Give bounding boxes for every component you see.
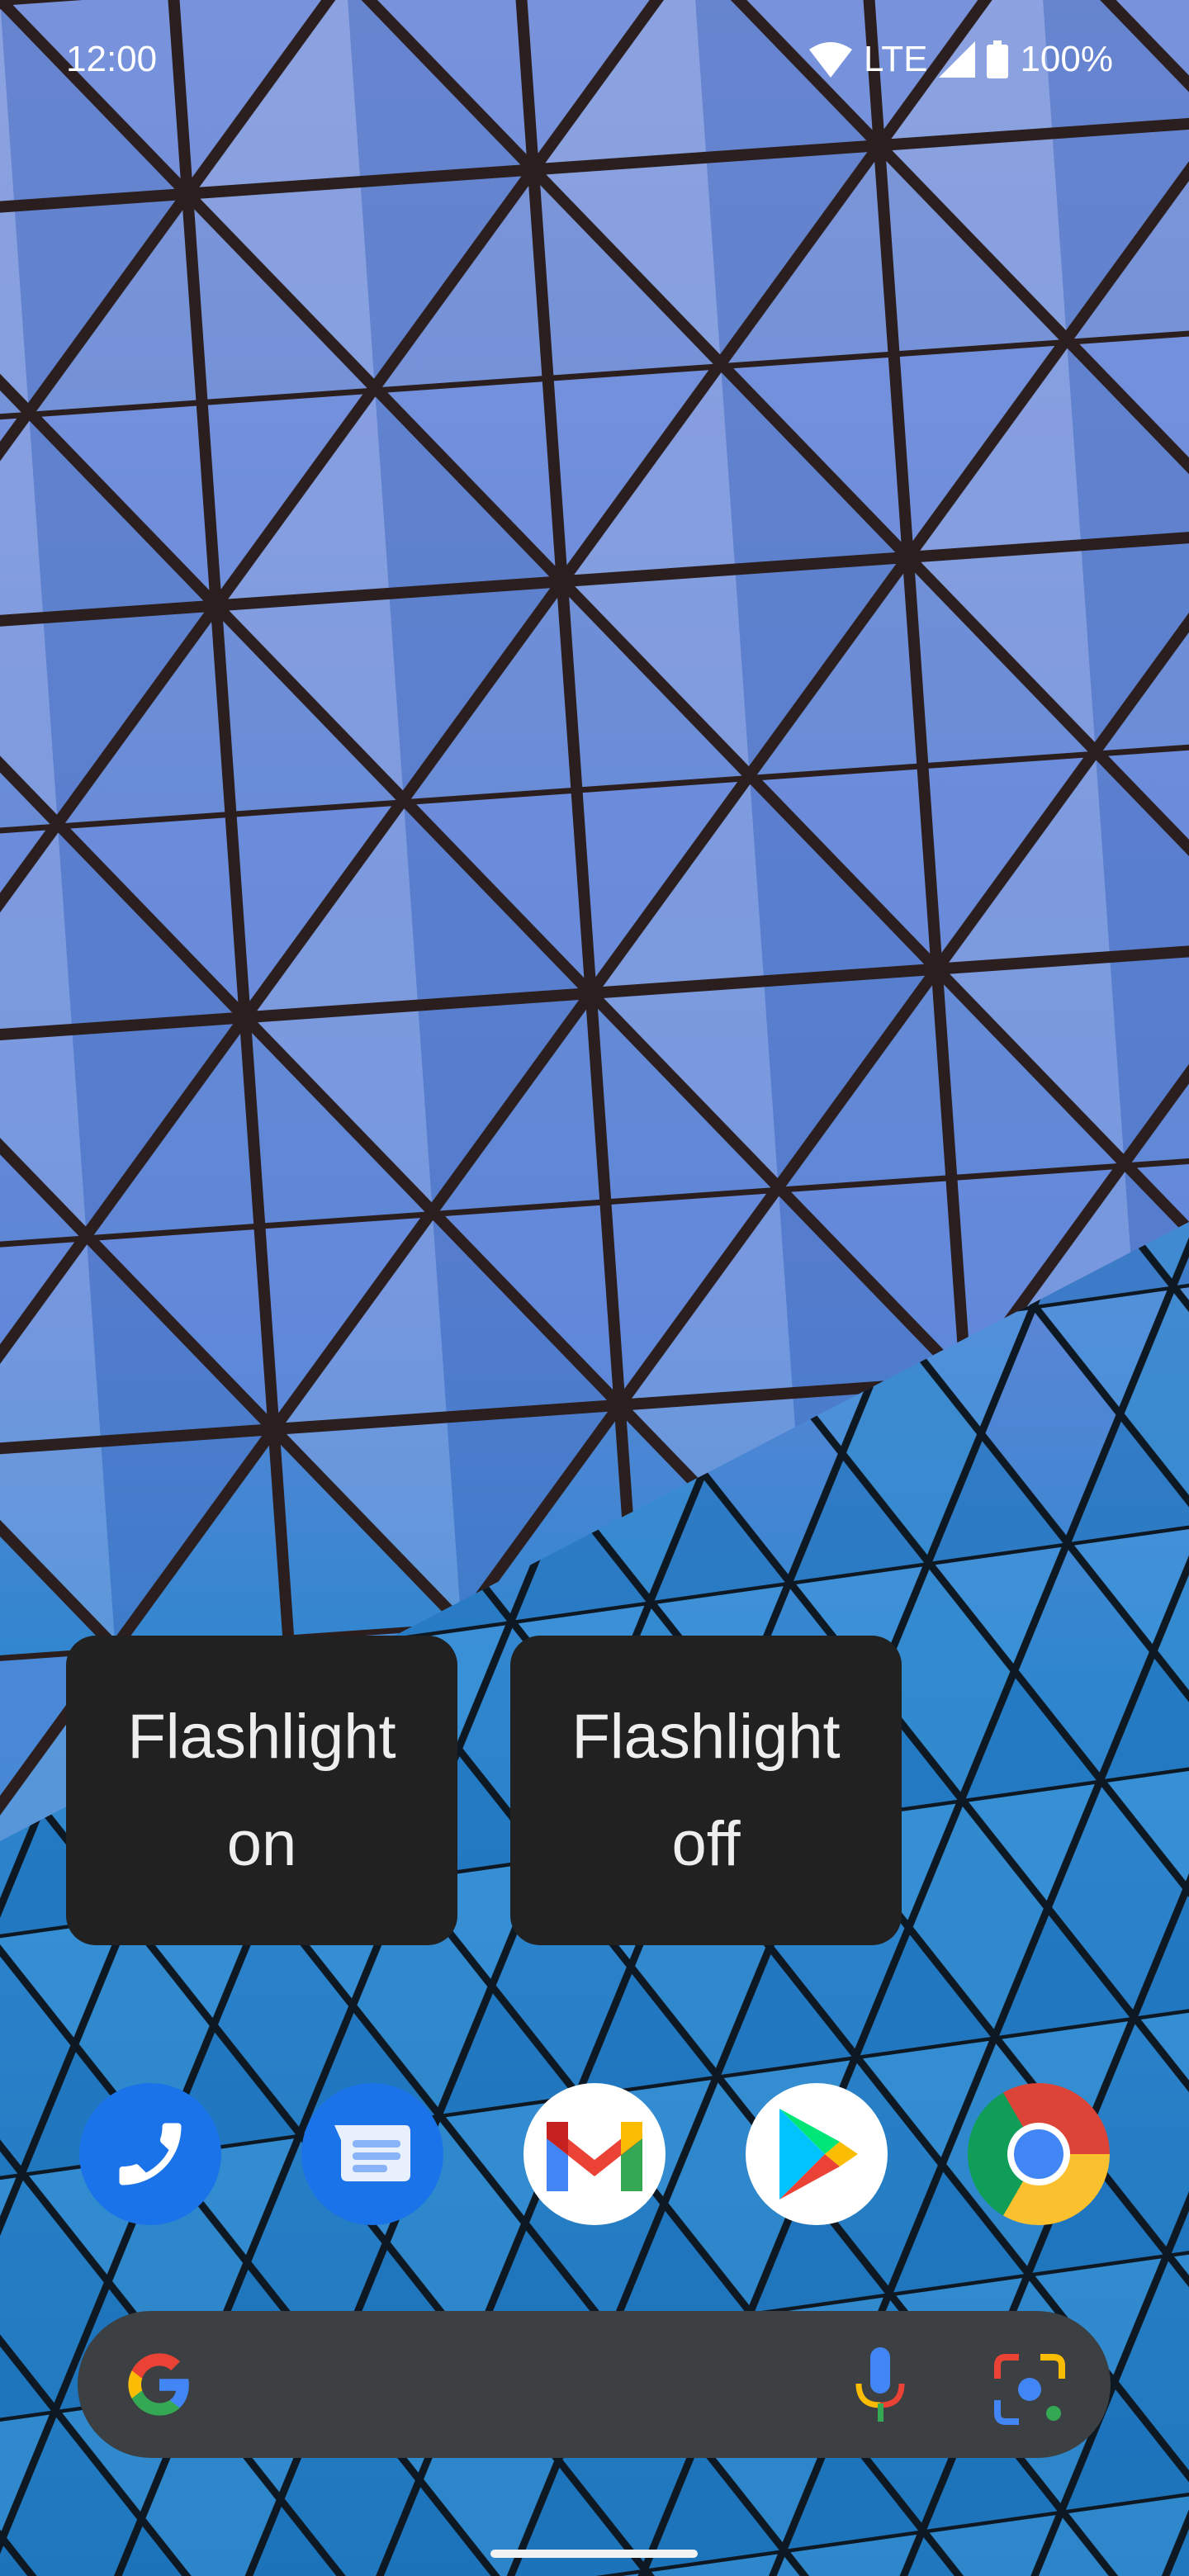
gmail-icon bbox=[547, 2122, 642, 2191]
play-store-app[interactable] bbox=[746, 2083, 888, 2225]
wifi-icon bbox=[809, 42, 853, 78]
messages-icon bbox=[334, 2125, 410, 2181]
phone-icon bbox=[119, 2123, 182, 2185]
microphone-icon[interactable] bbox=[854, 2347, 907, 2423]
google-lens-icon[interactable] bbox=[994, 2354, 1065, 2425]
messages-app[interactable] bbox=[301, 2083, 443, 2225]
google-g-icon bbox=[128, 2353, 189, 2416]
chrome-icon bbox=[1007, 2123, 1070, 2185]
status-icons: LTE 100% bbox=[809, 35, 1113, 84]
signal-icon bbox=[939, 41, 976, 78]
battery-icon bbox=[987, 40, 1009, 78]
network-type: LTE bbox=[864, 39, 928, 79]
widget-label-line1: Flashlight bbox=[127, 1701, 396, 1772]
widget-label-line2: off bbox=[671, 1808, 741, 1879]
battery-percent: 100% bbox=[1020, 39, 1113, 79]
flashlight-on-widget[interactable]: Flashlight on bbox=[66, 1636, 457, 1945]
flashlight-off-widget[interactable]: Flashlight off bbox=[510, 1636, 902, 1945]
google-search-bar[interactable] bbox=[78, 2311, 1111, 2458]
gmail-app[interactable] bbox=[523, 2083, 666, 2225]
status-time: 12:00 bbox=[66, 39, 158, 79]
play-store-icon bbox=[779, 2109, 858, 2200]
widget-label-line2: on bbox=[226, 1808, 297, 1879]
gesture-nav-handle[interactable] bbox=[490, 2550, 698, 2558]
phone-app[interactable] bbox=[79, 2083, 221, 2225]
widget-label-line1: Flashlight bbox=[571, 1701, 841, 1772]
chrome-app[interactable] bbox=[968, 2083, 1110, 2225]
